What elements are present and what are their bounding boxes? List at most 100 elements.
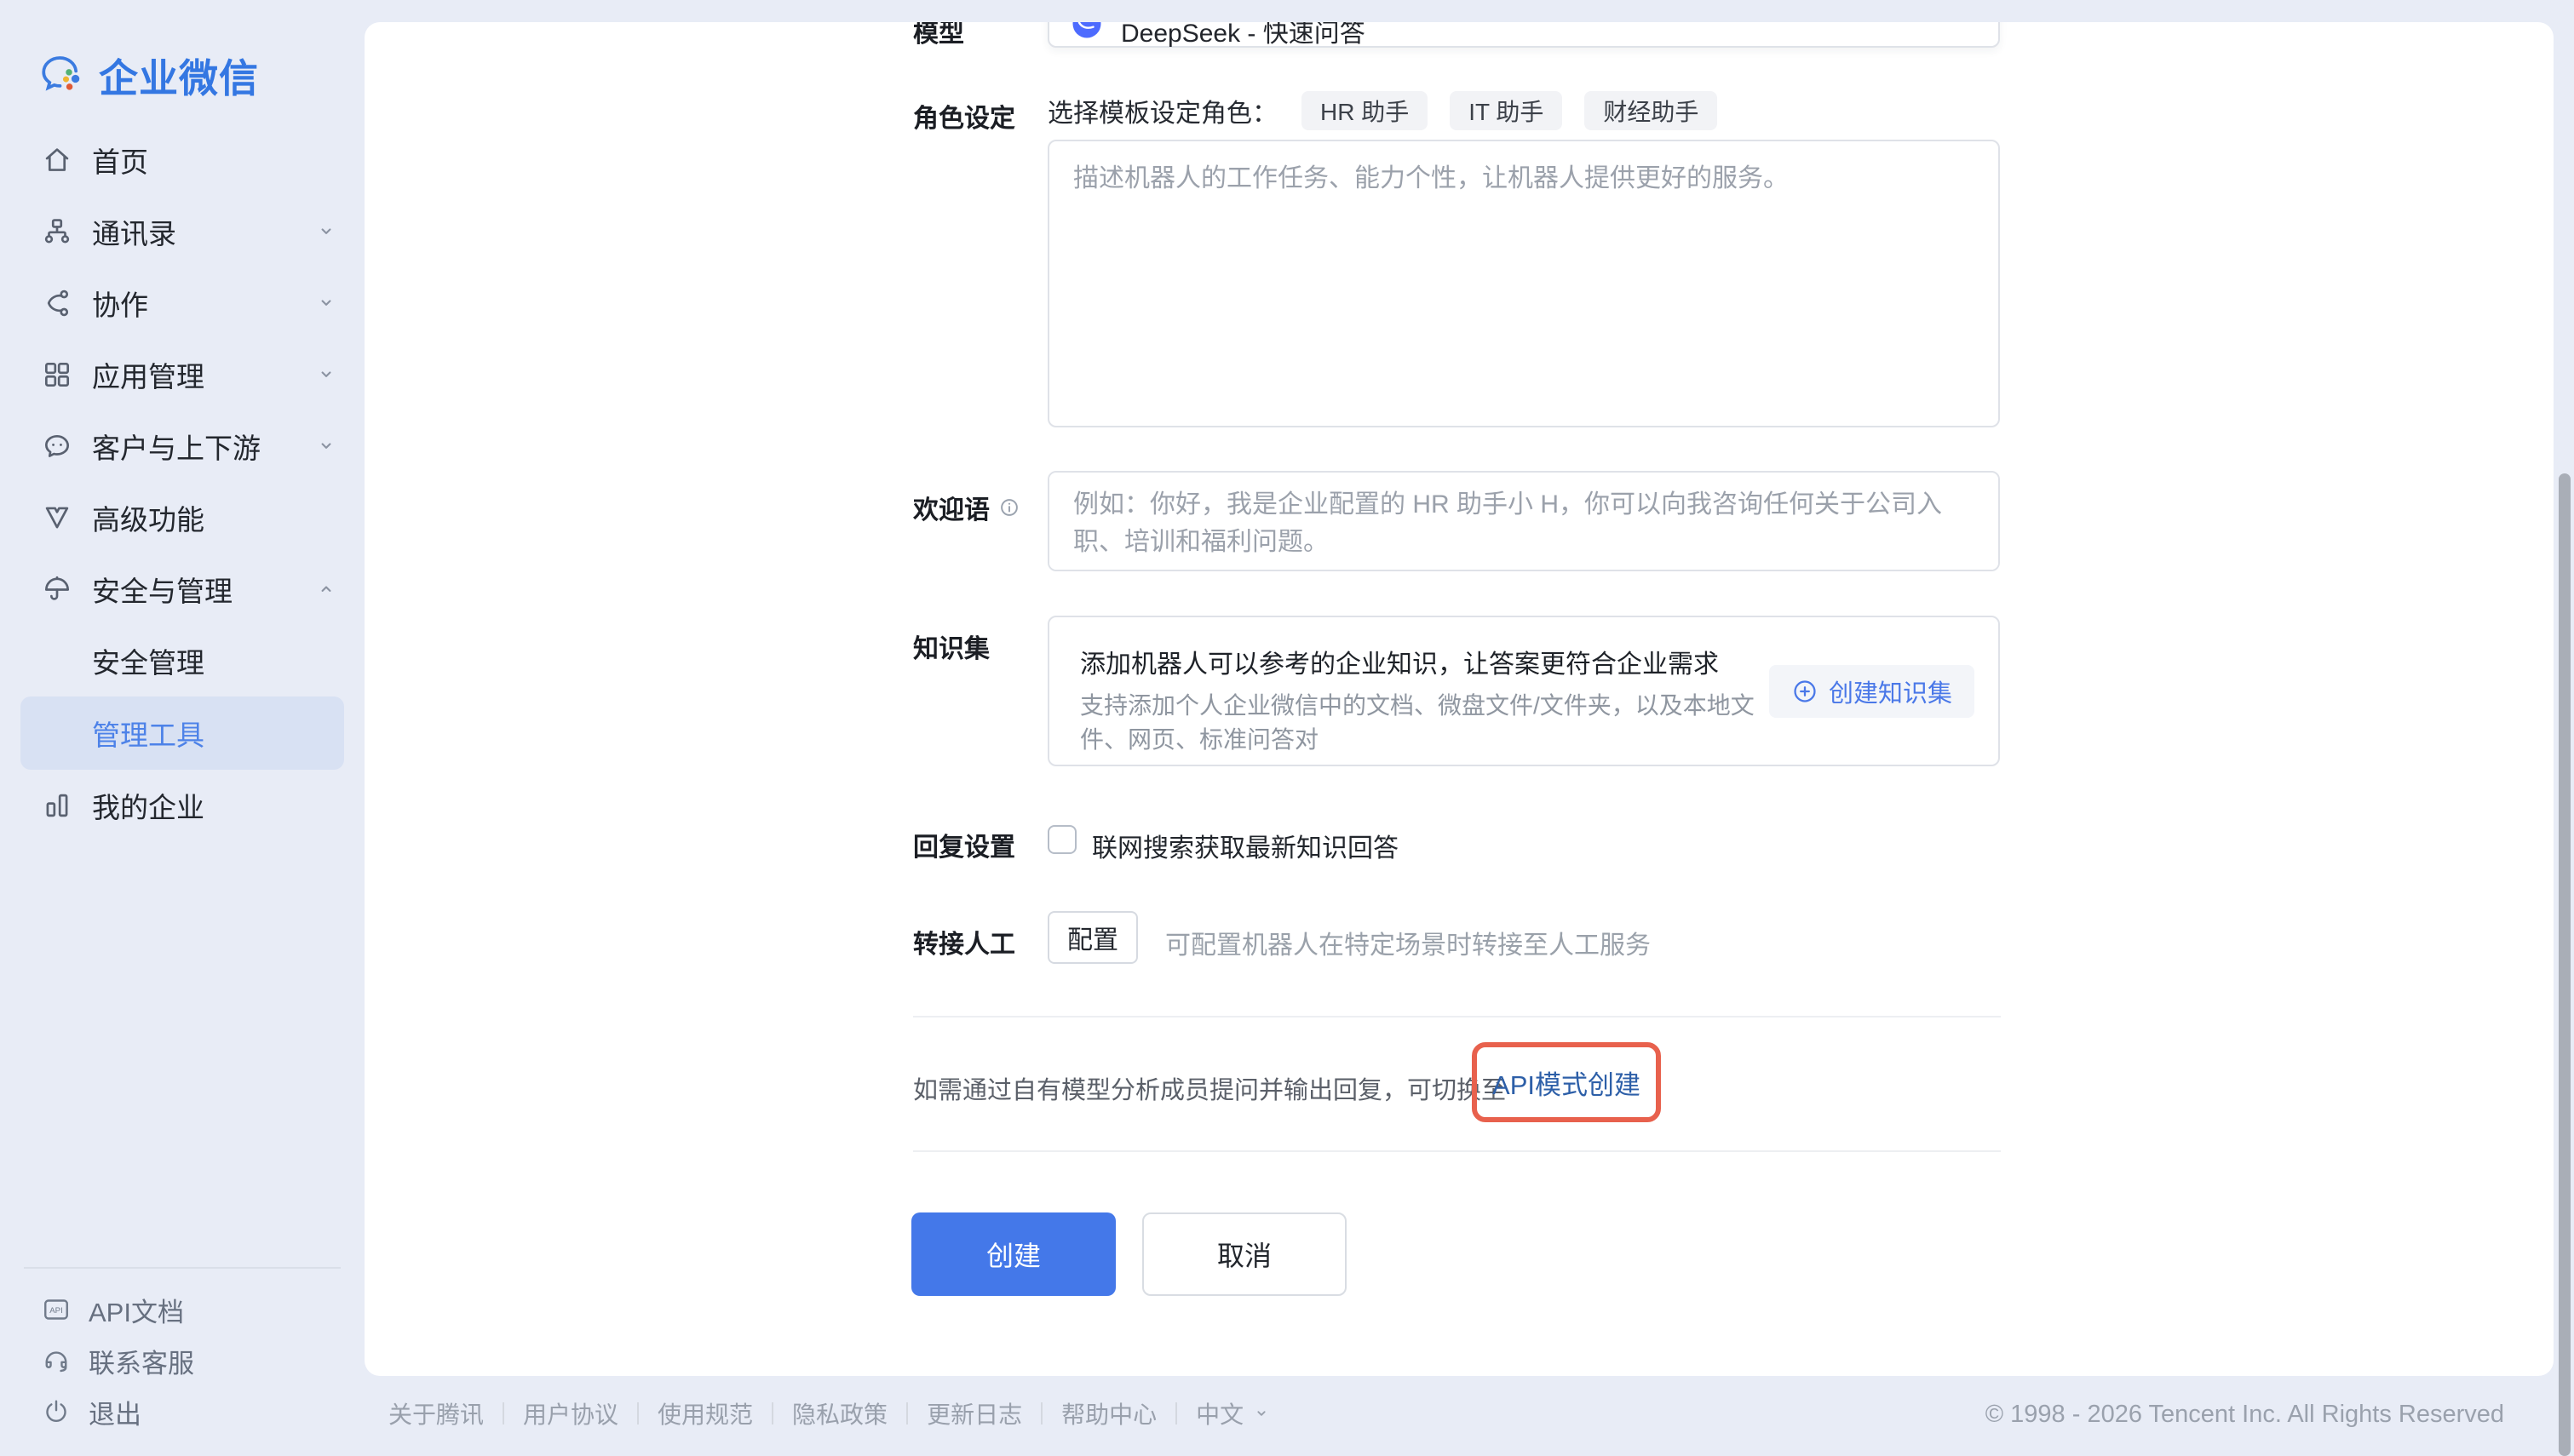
chevron-down-icon [1252, 1404, 1271, 1423]
umbrella-icon [41, 573, 75, 605]
footer-separator [503, 1402, 504, 1424]
chevron-up-icon [313, 576, 339, 602]
chevron-down-icon [313, 290, 339, 316]
footer-separator [1175, 1402, 1177, 1424]
knowledge-title: 添加机器人可以参考的企业知识，让答案更符合企业需求 [1080, 643, 1719, 680]
vertical-scrollbar-thumb[interactable] [2559, 473, 2571, 1456]
footer-link-help-center[interactable]: 帮助中心 [1061, 1396, 1157, 1430]
sidebar-divider [24, 1267, 341, 1269]
sidebar-item-collaboration[interactable]: 协作 [0, 267, 365, 339]
footer-separator [1041, 1402, 1043, 1424]
app-logo[interactable]: 企业微信 [39, 48, 259, 104]
wecom-logo-icon [39, 52, 87, 100]
handoff-config-button[interactable]: 配置 [1048, 911, 1138, 964]
sidebar-item-label: 高级功能 [92, 497, 204, 538]
plus-circle-icon [1791, 678, 1818, 705]
model-label: 模型 [913, 22, 964, 49]
knowledge-label: 知识集 [913, 628, 990, 665]
info-icon[interactable] [998, 496, 1020, 519]
sidebar-item-label: 通讯录 [92, 211, 176, 252]
collaboration-icon [41, 287, 75, 319]
sidebar-item-label: 我的企业 [92, 785, 204, 826]
template-chip-it[interactable]: IT 助手 [1450, 91, 1562, 130]
sidebar-item-label: 管理工具 [92, 713, 204, 754]
create-knowledge-label: 创建知识集 [1829, 674, 1952, 709]
knowledge-desc: 支持添加个人企业微信中的文档、微盘文件/文件夹，以及本地文件、网页、标准问答对 [1080, 689, 1770, 757]
sidebar-item-mgmt-tools[interactable]: 管理工具 [20, 696, 344, 770]
footer-separator [772, 1402, 773, 1424]
sidebar-item-apps[interactable]: 应用管理 [0, 339, 365, 410]
sidebar-item-advanced[interactable]: 高级功能 [0, 482, 365, 553]
sidebar-item-security-mgmt[interactable]: 安全管理 [0, 625, 365, 696]
chevron-down-icon [313, 433, 339, 459]
knowledge-box: 添加机器人可以参考的企业知识，让答案更符合企业需求 支持添加个人企业微信中的文档… [1048, 616, 2000, 766]
handoff-label: 转接人工 [913, 923, 1015, 960]
role-hint: 选择模板设定角色： [1048, 92, 1278, 129]
contacts-icon [41, 215, 75, 248]
chat-bubble-icon [41, 430, 75, 462]
sidebar-item-contacts[interactable]: 通讯录 [0, 196, 365, 267]
cancel-button[interactable]: 取消 [1142, 1212, 1347, 1296]
footer-link-privacy[interactable]: 隐私政策 [792, 1396, 888, 1430]
sidebar-item-home[interactable]: 首页 [0, 124, 365, 196]
divider [913, 1150, 2001, 1152]
sidebar-item-label: 安全与管理 [92, 569, 233, 610]
sidebar-item-label: 安全管理 [92, 640, 204, 681]
footer-separator [637, 1402, 639, 1424]
apps-grid-icon [41, 358, 75, 391]
sidebar-item-label: API文档 [89, 1291, 184, 1329]
sidebar-item-logout[interactable]: 退出 [0, 1386, 365, 1437]
template-chip-finance[interactable]: 财经助手 [1584, 91, 1717, 130]
footer-link-usage-policy[interactable]: 使用规范 [658, 1396, 753, 1430]
sidebar-item-label: 客户与上下游 [92, 426, 261, 467]
role-description-textarea[interactable] [1048, 140, 2000, 427]
company-buildings-icon [41, 789, 75, 822]
home-icon [41, 144, 75, 176]
deepseek-icon [1072, 22, 1102, 39]
footer-link-about[interactable]: 关于腾讯 [388, 1396, 484, 1430]
model-select[interactable]: DeepSeek - 快速问答 [1048, 22, 2000, 48]
footer-link-user-agreement[interactable]: 用户协议 [523, 1396, 618, 1430]
advanced-features-icon [41, 502, 75, 534]
create-knowledge-button[interactable]: 创建知识集 [1769, 665, 1974, 718]
sidebar-item-label: 退出 [89, 1393, 141, 1431]
sidebar-footer: API API文档 联系客服 退出 [0, 1284, 365, 1437]
footer-link-changelog[interactable]: 更新日志 [927, 1396, 1022, 1430]
sidebar-item-customers[interactable]: 客户与上下游 [0, 410, 365, 482]
app-title: 企业微信 [99, 48, 259, 104]
sidebar-item-label: 首页 [92, 140, 148, 181]
role-template-row: 选择模板设定角色： HR 助手 IT 助手 财经助手 [1048, 91, 1739, 130]
headset-icon [41, 1345, 72, 1376]
sidebar-item-api-docs[interactable]: API API文档 [0, 1284, 365, 1335]
api-mode-annotation-box: API模式创建 [1472, 1042, 1661, 1122]
api-mode-link[interactable]: API模式创建 [1492, 1063, 1640, 1102]
footer-separator [906, 1402, 908, 1424]
power-icon [41, 1396, 72, 1427]
template-chip-hr[interactable]: HR 助手 [1301, 91, 1428, 130]
main-card: 模型 DeepSeek - 快速问答 角色设定 选择模板设定角色： HR 助手 … [365, 22, 2554, 1376]
role-label: 角色设定 [913, 97, 1015, 135]
model-value: DeepSeek - 快速问答 [1121, 22, 1365, 49]
sidebar-item-security[interactable]: 安全与管理 [0, 553, 365, 625]
chevron-down-icon [313, 219, 339, 244]
handoff-desc: 可配置机器人在特定场景时转接至人工服务 [1165, 924, 1651, 961]
sidebar-item-label: 应用管理 [92, 354, 204, 395]
divider [913, 1016, 2001, 1017]
create-button[interactable]: 创建 [911, 1212, 1116, 1296]
sidebar-item-label: 协作 [92, 283, 148, 324]
svg-text:API: API [49, 1306, 62, 1316]
web-search-checkbox-label[interactable]: 联网搜索获取最新知识回答 [1092, 827, 1399, 864]
sidebar-nav: 首页 通讯录 协作 应用管理 [0, 124, 365, 841]
sidebar-item-support[interactable]: 联系客服 [0, 1335, 365, 1386]
welcome-label: 欢迎语 [913, 489, 990, 526]
welcome-label-row: 欢迎语 [913, 489, 1020, 526]
web-search-checkbox[interactable] [1048, 825, 1077, 854]
copyright-text: © 1998 - 2026 Tencent Inc. All Rights Re… [1985, 1401, 2504, 1429]
reply-settings-label: 回复设置 [913, 826, 1015, 863]
page-footer: 关于腾讯 用户协议 使用规范 隐私政策 更新日志 帮助中心 中文 [388, 1395, 1271, 1432]
language-label: 中文 [1196, 1396, 1244, 1430]
welcome-message-textarea[interactable] [1048, 471, 2000, 571]
language-selector[interactable]: 中文 [1196, 1396, 1271, 1430]
api-doc-icon: API [41, 1294, 72, 1325]
sidebar-item-my-company[interactable]: 我的企业 [0, 770, 365, 841]
